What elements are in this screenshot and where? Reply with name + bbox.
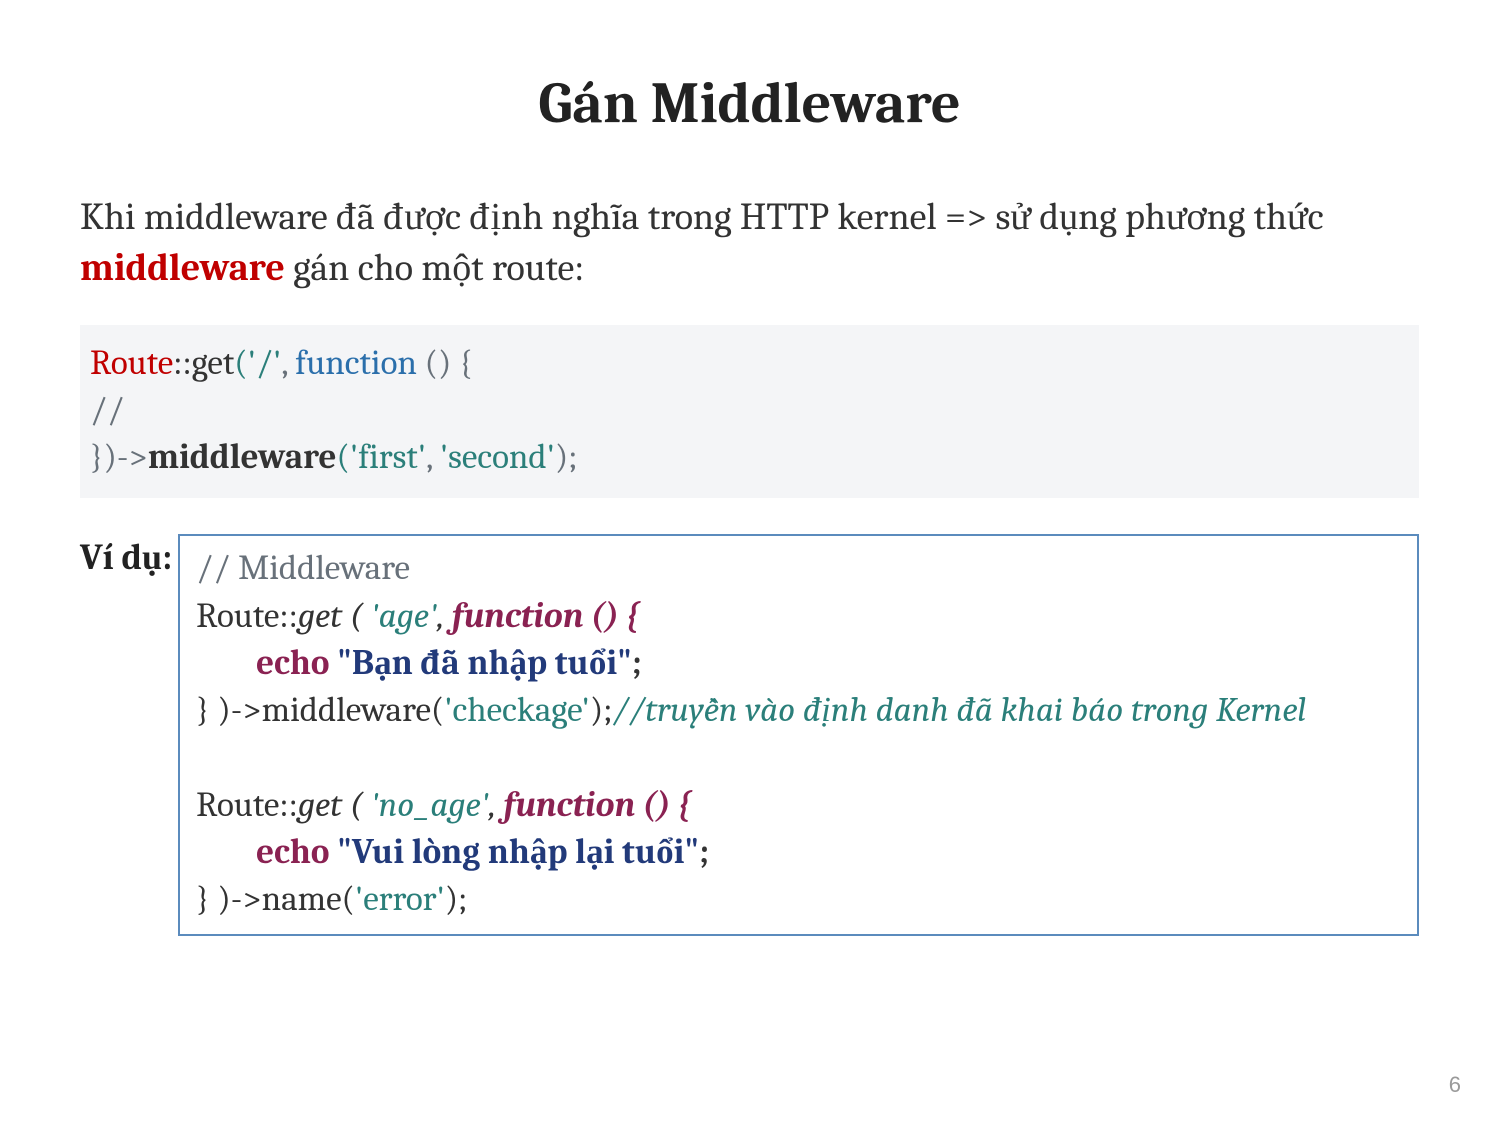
ex-r2-err: 'error': [355, 878, 445, 919]
ex-line-r2c: } )->name('error');: [196, 875, 1401, 922]
tok-comma2: ,: [426, 436, 440, 477]
tok-arg1: 'first': [350, 436, 426, 477]
tok-open: (: [234, 342, 247, 383]
ex-r2-comma: ,: [489, 784, 504, 825]
ex-comment-1: // Middleware: [196, 547, 410, 588]
ex-r2-route: Route::: [196, 784, 298, 825]
tok-comment: //: [90, 389, 124, 430]
ex-r1-str: "Bạn đã nhập tuổi": [337, 642, 632, 683]
tok-func: function: [295, 342, 424, 383]
ex-r2-end: );: [445, 878, 468, 919]
slide: Gán Middleware Khi middleware đã được đị…: [0, 0, 1499, 1124]
ex-r1-func: function () {: [452, 595, 639, 636]
code-block-general: Route::get('/', function () { // })->mid…: [80, 325, 1419, 499]
tok-comma: ,: [281, 342, 295, 383]
ex-line-r1c: } )->middleware('checkage');//truyền vào…: [196, 686, 1401, 733]
ex-r2-str: "Vui lòng nhập lại tuổi": [337, 831, 699, 872]
ex-r2-echo: echo: [256, 831, 337, 872]
tok-str: '/': [248, 342, 282, 383]
ex-r1-comma: ,: [437, 595, 452, 636]
ex-r1-echo: echo: [256, 642, 337, 683]
ex-r1-check: 'checkage': [444, 689, 590, 730]
tok-arg2: 'second': [440, 436, 555, 477]
tok-rest: () {: [425, 342, 473, 383]
example-label: Ví dụ:: [80, 534, 178, 578]
code-line-3: })->middleware('first', 'second');: [90, 433, 1409, 480]
ex-line-r2a: Route::get ( 'no_age', function () {: [196, 781, 1401, 828]
ex-blank: [196, 733, 1401, 780]
ex-r2-arg: 'no_age': [370, 784, 488, 825]
ex-r1-route: Route::: [196, 595, 298, 636]
tok-end: );: [555, 436, 578, 477]
ex-r1-semi: ;: [632, 642, 642, 683]
example-code-box: // Middleware Route::get ( 'age', functi…: [178, 534, 1419, 936]
ex-line-r1b: echo "Bạn đã nhập tuổi";: [196, 639, 1401, 686]
keyword-middleware: middleware: [80, 246, 285, 290]
code-line-1: Route::get('/', function () {: [90, 339, 1409, 386]
ex-r2-get: get (: [298, 784, 371, 825]
example-row: Ví dụ: // Middleware Route::get ( 'age',…: [80, 534, 1419, 936]
code-line-2: //: [90, 386, 1409, 433]
ex-line-comment: // Middleware: [196, 544, 1401, 591]
ex-r2-func: function () {: [504, 784, 691, 825]
ex-r1-comment-a: //truyền vào định danh đã khai báo trong…: [612, 689, 1306, 730]
ex-r1-get: get (: [298, 595, 371, 636]
ex-r2-close: } )->name(: [196, 878, 355, 919]
tok-mw: middleware: [148, 436, 337, 477]
ex-line-r1a: Route::get ( 'age', function () {: [196, 592, 1401, 639]
page-number: 6: [1449, 1072, 1461, 1098]
ex-r1-close: } )->middleware(: [196, 689, 444, 730]
slide-title: Gán Middleware: [80, 70, 1419, 137]
intro-text-1: Khi middleware đã được định nghĩa trong …: [80, 195, 1324, 239]
ex-r2-semi: ;: [699, 831, 709, 872]
ex-r1-end: );: [590, 689, 613, 730]
intro-paragraph: Khi middleware đã được định nghĩa trong …: [80, 192, 1419, 295]
tok-get: ::get: [173, 342, 234, 383]
ex-r1-arg: 'age': [370, 595, 437, 636]
tok-close: })->: [90, 436, 148, 477]
ex-line-r2b: echo "Vui lòng nhập lại tuổi";: [196, 828, 1401, 875]
tok-open2: (: [336, 436, 349, 477]
intro-text-2: gán cho một route:: [285, 246, 584, 290]
tok-route: Route: [90, 342, 173, 383]
